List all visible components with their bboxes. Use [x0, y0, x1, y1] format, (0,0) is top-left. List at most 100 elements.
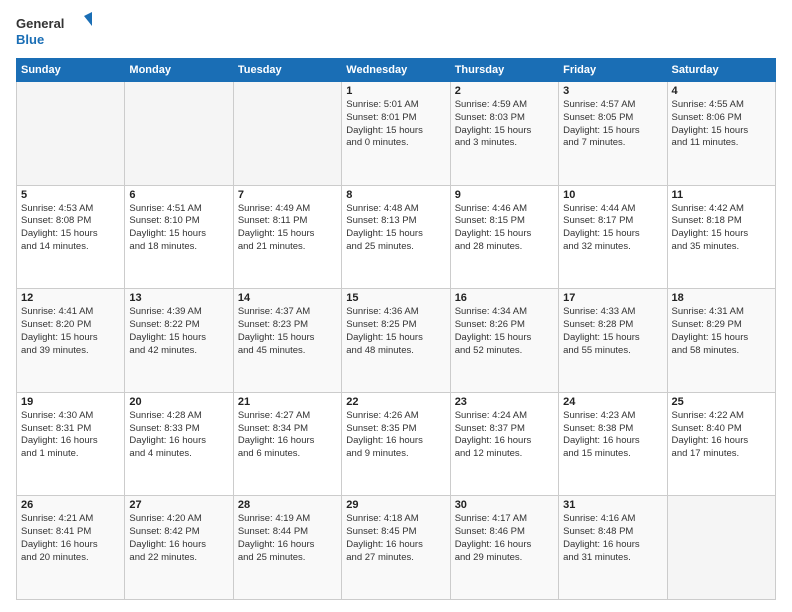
calendar-day-cell: 31 Sunrise: 4:16 AM Sunset: 8:48 PM Dayli… — [559, 496, 667, 600]
day-info: Sunrise: 4:26 AM Sunset: 8:35 PM Dayligh… — [346, 410, 445, 461]
day-number: 30 — [455, 499, 554, 511]
day-number: 22 — [346, 396, 445, 408]
calendar-empty-cell — [667, 496, 775, 600]
day-info: Sunrise: 4:53 AM Sunset: 8:08 PM Dayligh… — [21, 203, 120, 254]
calendar-day-cell: 29 Sunrise: 4:18 AM Sunset: 8:45 PM Dayli… — [342, 496, 450, 600]
day-info: Sunrise: 5:01 AM Sunset: 8:01 PM Dayligh… — [346, 99, 445, 150]
calendar-day-cell: 23 Sunrise: 4:24 AM Sunset: 8:37 PM Dayli… — [450, 392, 558, 496]
calendar-day-cell: 27 Sunrise: 4:20 AM Sunset: 8:42 PM Dayli… — [125, 496, 233, 600]
day-number: 24 — [563, 396, 662, 408]
calendar-day-cell: 9 Sunrise: 4:46 AM Sunset: 8:15 PM Daylig… — [450, 185, 558, 289]
day-number: 5 — [21, 189, 120, 201]
day-info: Sunrise: 4:46 AM Sunset: 8:15 PM Dayligh… — [455, 203, 554, 254]
calendar-day-cell: 26Sunrise: 4:21 AM Sunset: 8:41 PM Dayli… — [17, 496, 125, 600]
day-info: Sunrise: 4:36 AM Sunset: 8:25 PM Dayligh… — [346, 306, 445, 357]
calendar-day-cell: 14 Sunrise: 4:37 AM Sunset: 8:23 PM Dayli… — [233, 289, 341, 393]
day-number: 17 — [563, 292, 662, 304]
day-info: Sunrise: 4:22 AM Sunset: 8:40 PM Dayligh… — [672, 410, 771, 461]
calendar-day-header: Monday — [125, 59, 233, 82]
calendar-day-cell: 25 Sunrise: 4:22 AM Sunset: 8:40 PM Dayli… — [667, 392, 775, 496]
calendar-day-cell: 1Sunrise: 5:01 AM Sunset: 8:01 PM Daylig… — [342, 82, 450, 186]
calendar-day-cell: 5 Sunrise: 4:53 AM Sunset: 8:08 PM Daylig… — [17, 185, 125, 289]
day-info: Sunrise: 4:49 AM Sunset: 8:11 PM Dayligh… — [238, 203, 337, 254]
svg-text:General: General — [16, 16, 64, 31]
day-number: 18 — [672, 292, 771, 304]
day-info: Sunrise: 4:20 AM Sunset: 8:42 PM Dayligh… — [129, 513, 228, 564]
logo-svg: General Blue — [16, 12, 96, 50]
day-info: Sunrise: 4:44 AM Sunset: 8:17 PM Dayligh… — [563, 203, 662, 254]
day-info: Sunrise: 4:55 AM Sunset: 8:06 PM Dayligh… — [672, 99, 771, 150]
calendar-week-row: 26Sunrise: 4:21 AM Sunset: 8:41 PM Dayli… — [17, 496, 776, 600]
calendar-week-row: 19Sunrise: 4:30 AM Sunset: 8:31 PM Dayli… — [17, 392, 776, 496]
day-number: 29 — [346, 499, 445, 511]
svg-text:Blue: Blue — [16, 32, 44, 47]
calendar-day-header: Saturday — [667, 59, 775, 82]
calendar-day-cell: 8 Sunrise: 4:48 AM Sunset: 8:13 PM Daylig… — [342, 185, 450, 289]
day-number: 16 — [455, 292, 554, 304]
day-info: Sunrise: 4:59 AM Sunset: 8:03 PM Dayligh… — [455, 99, 554, 150]
calendar-day-cell: 22 Sunrise: 4:26 AM Sunset: 8:35 PM Dayli… — [342, 392, 450, 496]
day-info: Sunrise: 4:18 AM Sunset: 8:45 PM Dayligh… — [346, 513, 445, 564]
day-number: 28 — [238, 499, 337, 511]
calendar-header-row: SundayMondayTuesdayWednesdayThursdayFrid… — [17, 59, 776, 82]
day-number: 9 — [455, 189, 554, 201]
calendar-day-cell: 12Sunrise: 4:41 AM Sunset: 8:20 PM Dayli… — [17, 289, 125, 393]
day-info: Sunrise: 4:23 AM Sunset: 8:38 PM Dayligh… — [563, 410, 662, 461]
calendar-day-cell: 7Sunrise: 4:49 AM Sunset: 8:11 PM Daylig… — [233, 185, 341, 289]
calendar-day-cell: 4Sunrise: 4:55 AM Sunset: 8:06 PM Daylig… — [667, 82, 775, 186]
calendar-empty-cell — [125, 82, 233, 186]
day-number: 6 — [129, 189, 228, 201]
calendar-day-cell: 21 Sunrise: 4:27 AM Sunset: 8:34 PM Dayli… — [233, 392, 341, 496]
day-info: Sunrise: 4:16 AM Sunset: 8:48 PM Dayligh… — [563, 513, 662, 564]
day-info: Sunrise: 4:19 AM Sunset: 8:44 PM Dayligh… — [238, 513, 337, 564]
day-number: 21 — [238, 396, 337, 408]
calendar-day-header: Friday — [559, 59, 667, 82]
calendar-table: SundayMondayTuesdayWednesdayThursdayFrid… — [16, 58, 776, 600]
calendar-day-cell: 16 Sunrise: 4:34 AM Sunset: 8:26 PM Dayli… — [450, 289, 558, 393]
day-number: 3 — [563, 85, 662, 97]
day-number: 26 — [21, 499, 120, 511]
calendar-day-cell: 6 Sunrise: 4:51 AM Sunset: 8:10 PM Daylig… — [125, 185, 233, 289]
day-number: 10 — [563, 189, 662, 201]
day-number: 27 — [129, 499, 228, 511]
day-info: Sunrise: 4:51 AM Sunset: 8:10 PM Dayligh… — [129, 203, 228, 254]
day-number: 25 — [672, 396, 771, 408]
calendar-week-row: 5 Sunrise: 4:53 AM Sunset: 8:08 PM Daylig… — [17, 185, 776, 289]
calendar-week-row: 12Sunrise: 4:41 AM Sunset: 8:20 PM Dayli… — [17, 289, 776, 393]
day-info: Sunrise: 4:17 AM Sunset: 8:46 PM Dayligh… — [455, 513, 554, 564]
logo: General Blue — [16, 12, 96, 50]
day-info: Sunrise: 4:48 AM Sunset: 8:13 PM Dayligh… — [346, 203, 445, 254]
day-info: Sunrise: 4:28 AM Sunset: 8:33 PM Dayligh… — [129, 410, 228, 461]
calendar-day-header: Wednesday — [342, 59, 450, 82]
day-number: 20 — [129, 396, 228, 408]
day-info: Sunrise: 4:34 AM Sunset: 8:26 PM Dayligh… — [455, 306, 554, 357]
day-info: Sunrise: 4:57 AM Sunset: 8:05 PM Dayligh… — [563, 99, 662, 150]
day-number: 15 — [346, 292, 445, 304]
calendar-day-header: Thursday — [450, 59, 558, 82]
calendar-day-cell: 10 Sunrise: 4:44 AM Sunset: 8:17 PM Dayli… — [559, 185, 667, 289]
calendar-body: 1Sunrise: 5:01 AM Sunset: 8:01 PM Daylig… — [17, 82, 776, 600]
day-info: Sunrise: 4:27 AM Sunset: 8:34 PM Dayligh… — [238, 410, 337, 461]
day-number: 8 — [346, 189, 445, 201]
calendar-empty-cell — [233, 82, 341, 186]
day-info: Sunrise: 4:41 AM Sunset: 8:20 PM Dayligh… — [21, 306, 120, 357]
calendar-day-cell: 19Sunrise: 4:30 AM Sunset: 8:31 PM Dayli… — [17, 392, 125, 496]
calendar-day-cell: 13Sunrise: 4:39 AM Sunset: 8:22 PM Dayli… — [125, 289, 233, 393]
header: General Blue — [16, 12, 776, 50]
day-number: 23 — [455, 396, 554, 408]
day-number: 2 — [455, 85, 554, 97]
calendar-day-cell: 2 Sunrise: 4:59 AM Sunset: 8:03 PM Daylig… — [450, 82, 558, 186]
calendar-header: SundayMondayTuesdayWednesdayThursdayFrid… — [17, 59, 776, 82]
day-info: Sunrise: 4:24 AM Sunset: 8:37 PM Dayligh… — [455, 410, 554, 461]
day-number: 11 — [672, 189, 771, 201]
calendar-day-cell: 17Sunrise: 4:33 AM Sunset: 8:28 PM Dayli… — [559, 289, 667, 393]
calendar-day-cell: 15 Sunrise: 4:36 AM Sunset: 8:25 PM Dayli… — [342, 289, 450, 393]
day-number: 14 — [238, 292, 337, 304]
calendar-week-row: 1Sunrise: 5:01 AM Sunset: 8:01 PM Daylig… — [17, 82, 776, 186]
day-info: Sunrise: 4:37 AM Sunset: 8:23 PM Dayligh… — [238, 306, 337, 357]
calendar-day-cell: 30 Sunrise: 4:17 AM Sunset: 8:46 PM Dayli… — [450, 496, 558, 600]
day-number: 31 — [563, 499, 662, 511]
calendar-day-cell: 20 Sunrise: 4:28 AM Sunset: 8:33 PM Dayli… — [125, 392, 233, 496]
calendar-empty-cell — [17, 82, 125, 186]
calendar-day-cell: 3 Sunrise: 4:57 AM Sunset: 8:05 PM Daylig… — [559, 82, 667, 186]
